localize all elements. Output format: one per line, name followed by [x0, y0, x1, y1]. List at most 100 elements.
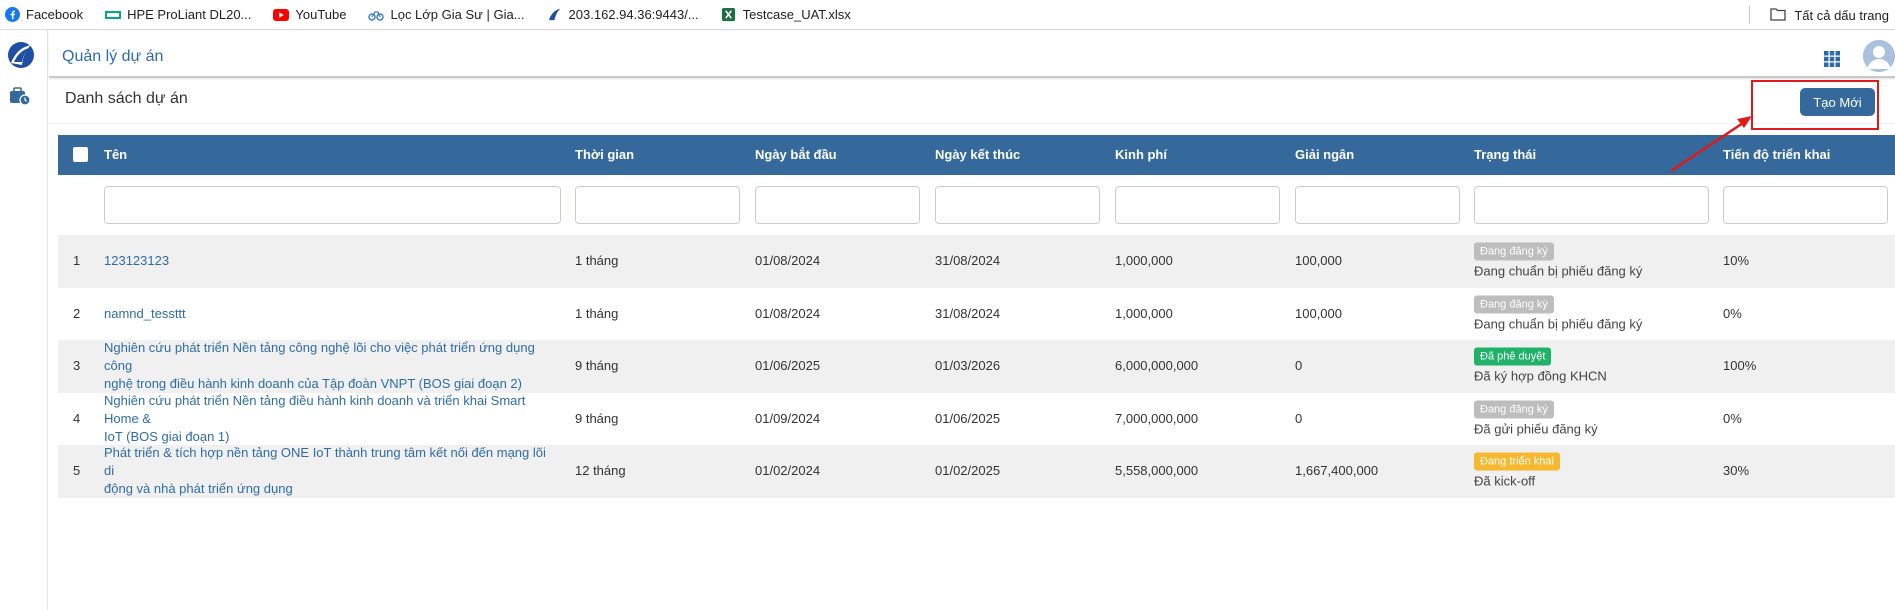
status-badge: Đang triển khai — [1474, 452, 1560, 471]
cell-index: 1 — [73, 253, 81, 269]
cell-start-date: 01/06/2025 — [755, 358, 821, 374]
cell-index: 4 — [73, 410, 81, 426]
hpe-icon — [105, 7, 122, 23]
filter-status-input[interactable] — [1474, 186, 1709, 224]
table-row[interactable]: 2 namnd_tessttt 1 tháng 01/08/2024 31/08/202… — [58, 287, 1895, 340]
bookmark-label: Lọc Lớp Gia Sư | Gia... — [390, 7, 525, 22]
cell-end-date: 01/02/2025 — [935, 463, 1001, 479]
cell-index: 2 — [73, 305, 81, 321]
cell-end-date: 31/08/2024 — [935, 253, 1001, 269]
app-title[interactable]: Quản lý dự án — [62, 48, 163, 66]
column-header-progress[interactable]: Tiến độ triển khai — [1723, 147, 1830, 162]
column-header-name[interactable]: Tên — [104, 147, 127, 162]
table-row[interactable]: 4 Nghiên cứu phát triển Nền tảng điều hàn… — [58, 392, 1895, 446]
cell-start-date: 01/08/2024 — [755, 253, 821, 269]
cell-end-date: 01/03/2026 — [935, 358, 1001, 374]
cell-duration: 9 tháng — [575, 358, 619, 374]
column-header-end-date[interactable]: Ngày kết thúc — [935, 147, 1020, 162]
table-body: 1 123123123 1 tháng 01/08/2024 31/08/2024 1,0… — [58, 235, 1895, 498]
cell-budget: 1,000,000 — [1115, 305, 1173, 321]
vnpt-logo[interactable] — [6, 40, 36, 75]
table-header: Tên Thời gian Ngày bắt đầu Ngày kết thúc… — [58, 135, 1895, 175]
project-name-line: nghệ trong điều hành kinh doanh của Tập … — [104, 376, 522, 392]
project-name-line: Nghiên cứu phát triển Nền tảng công nghệ… — [104, 340, 535, 374]
apps-grid-icon[interactable] — [1824, 51, 1840, 72]
project-name-link[interactable]: Nghiên cứu phát triển Nền tảng điều hành… — [104, 392, 559, 446]
cell-budget: 1,000,000 — [1115, 253, 1173, 269]
filter-disbursed-input[interactable] — [1295, 186, 1460, 224]
column-header-budget[interactable]: Kinh phí — [1115, 147, 1167, 162]
cell-progress: 0% — [1723, 410, 1742, 426]
column-header-status[interactable]: Trạng thái — [1474, 147, 1536, 162]
table-row[interactable]: 5 Phát triển & tích hợp nền tảng ONE IoT … — [58, 445, 1895, 498]
bookmark-facebook[interactable]: Facebook — [4, 7, 83, 23]
cell-disbursed: 100,000 — [1295, 253, 1342, 269]
bookmark-gia-su[interactable]: Lọc Lớp Gia Sư | Gia... — [368, 7, 525, 23]
project-name-link[interactable]: 123123123 — [104, 252, 559, 270]
bookmark-label: 203.162.94.36:9443/... — [568, 7, 699, 22]
cell-disbursed: 100,000 — [1295, 305, 1342, 321]
filter-start-date-input[interactable] — [755, 186, 920, 224]
filter-budget-input[interactable] — [1115, 186, 1280, 224]
select-all-checkbox[interactable] — [73, 147, 88, 162]
vnpt-icon — [547, 7, 563, 23]
all-bookmarks[interactable]: Tất cả dấu trang — [1749, 0, 1889, 30]
cell-disbursed: 0 — [1295, 410, 1303, 426]
cell-progress: 0% — [1723, 305, 1742, 321]
status-detail: Đang chuẩn bị phiếu đăng ký — [1474, 316, 1643, 332]
project-name-link[interactable]: Phát triển & tích hợp nền tảng ONE IoT t… — [104, 444, 559, 498]
cell-progress: 100% — [1723, 358, 1757, 374]
cell-end-date: 31/08/2024 — [935, 305, 1001, 321]
bookmark-testcase[interactable]: Testcase_UAT.xlsx — [721, 7, 851, 23]
all-bookmarks-label: Tất cả dấu trang — [1794, 7, 1889, 23]
table-row[interactable]: 1 123123123 1 tháng 01/08/2024 31/08/2024 1,0… — [58, 235, 1895, 288]
status-detail: Đã kick-off — [1474, 473, 1536, 489]
cell-index: 5 — [73, 463, 81, 479]
project-name-link[interactable]: namnd_tessttt — [104, 305, 559, 323]
cell-status: Đang đăng ký Đang chuẩn bị phiếu đăng ký — [1474, 242, 1642, 281]
status-badge: Đang đăng ký — [1474, 242, 1554, 261]
status-detail: Đã gửi phiếu đăng ký — [1474, 421, 1598, 437]
cell-start-date: 01/08/2024 — [755, 305, 821, 321]
project-menu-icon[interactable] — [9, 86, 31, 111]
bookmark-hpe[interactable]: HPE ProLiant DL20... — [105, 7, 251, 23]
column-header-duration[interactable]: Thời gian — [575, 147, 634, 162]
status-badge: Đang đăng ký — [1474, 295, 1554, 314]
cell-start-date: 01/02/2024 — [755, 463, 821, 479]
filter-duration-input[interactable] — [575, 186, 740, 224]
project-name-line: Nghiên cứu phát triển Nền tảng điều hành… — [104, 392, 526, 426]
cell-progress: 30% — [1723, 463, 1750, 479]
bike-icon — [368, 7, 385, 23]
column-header-disbursed[interactable]: Giải ngân — [1295, 147, 1354, 162]
bookmark-youtube[interactable]: YouTube — [273, 7, 346, 23]
filter-name-input[interactable] — [104, 186, 561, 224]
column-header-start-date[interactable]: Ngày bắt đầu — [755, 147, 837, 162]
cell-status: Đang đăng ký Đang chuẩn bị phiếu đăng ký — [1474, 294, 1642, 333]
cell-budget: 7,000,000,000 — [1115, 410, 1199, 426]
cell-budget: 5,558,000,000 — [1115, 463, 1199, 479]
status-detail: Đã ký hợp đồng KHCN — [1474, 368, 1607, 384]
project-name-line: Phát triển & tích hợp nền tảng ONE IoT t… — [104, 445, 546, 479]
status-detail: Đang chuẩn bị phiếu đăng ký — [1474, 263, 1643, 279]
filter-row — [58, 175, 1895, 235]
cell-status: Đang đăng ký Đã gửi phiếu đăng ký — [1474, 399, 1598, 438]
facebook-icon — [4, 7, 20, 23]
cell-duration: 1 tháng — [575, 253, 619, 269]
app-header: Quản lý dự án — [49, 30, 1895, 78]
cell-duration: 9 tháng — [575, 410, 619, 426]
project-name-line: động và nhà phát triển ứng dụng — [104, 481, 293, 497]
cell-start-date: 01/09/2024 — [755, 410, 821, 426]
bookmark-label: YouTube — [295, 7, 347, 22]
page-title: Danh sách dự án — [65, 90, 188, 107]
left-sidebar — [0, 30, 48, 610]
filter-end-date-input[interactable] — [935, 186, 1100, 224]
bookmark-label: Facebook — [26, 7, 84, 22]
user-avatar[interactable] — [1863, 40, 1895, 72]
project-name-link[interactable]: Nghiên cứu phát triển Nền tảng công nghệ… — [104, 339, 559, 393]
bookmark-vnpt[interactable]: 203.162.94.36:9443/... — [547, 7, 699, 23]
excel-icon — [721, 7, 737, 23]
youtube-icon — [273, 7, 290, 23]
cell-disbursed: 0 — [1295, 358, 1303, 374]
table-row[interactable]: 3 Nghiên cứu phát triển Nền tảng công ngh… — [58, 340, 1895, 393]
filter-progress-input[interactable] — [1723, 186, 1888, 224]
